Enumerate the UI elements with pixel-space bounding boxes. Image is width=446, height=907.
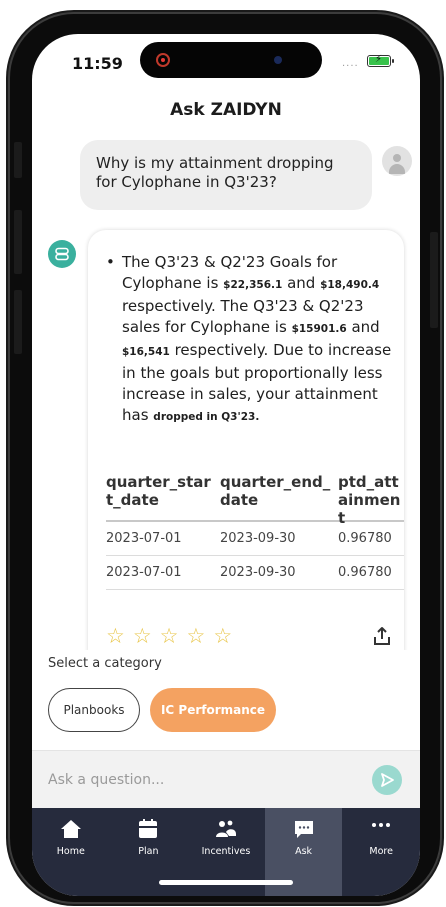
dynamic-island xyxy=(140,42,322,78)
bot-logo-icon xyxy=(55,247,69,261)
table-row: 2023-07-01 2023-09-30 0.96780 xyxy=(106,556,404,590)
category-chip-planbooks[interactable]: Planbooks xyxy=(48,688,140,732)
results-table[interactable]: quarter_start_date quarter_end_date ptd_… xyxy=(106,466,404,592)
column-header: quarter_end_date xyxy=(220,473,331,509)
column-header: quarter_start_date xyxy=(106,473,211,509)
recording-icon xyxy=(156,53,170,67)
table-cell: 2023-07-01 xyxy=(106,531,182,546)
bot-text-part: and xyxy=(346,318,380,336)
sales-q3-value: $15901.6 xyxy=(291,323,347,335)
star-icon[interactable]: ☆ xyxy=(133,624,152,648)
star-icon[interactable]: ☆ xyxy=(106,624,125,648)
nav-item-home[interactable]: Home xyxy=(32,808,110,896)
volume-up-button xyxy=(14,210,22,274)
nav-label: Incentives xyxy=(201,846,251,857)
charging-icon: ⚡ xyxy=(375,54,383,65)
bullet: • xyxy=(106,253,115,271)
incentives-icon xyxy=(215,820,236,837)
more-icon xyxy=(372,823,391,827)
dropped-text: dropped in Q3'23. xyxy=(153,411,260,423)
volume-down-button xyxy=(14,290,22,354)
star-icon[interactable]: ☆ xyxy=(213,624,232,648)
chat-icon xyxy=(294,821,313,838)
silent-switch xyxy=(14,142,22,178)
nav-label: Plan xyxy=(138,846,159,857)
camera-icon xyxy=(274,56,282,64)
table-cell: 0.96780 xyxy=(338,531,392,546)
table-cell: 2023-09-30 xyxy=(220,565,296,580)
table-cell: 2023-07-01 xyxy=(106,565,182,580)
bot-message-card: • The Q3'23 & Q2'23 Goals for Cylophane … xyxy=(88,230,404,670)
star-icon[interactable]: ☆ xyxy=(160,624,179,648)
table-cell: 0.96780 xyxy=(338,565,392,580)
user-avatar xyxy=(382,146,412,176)
calendar-icon xyxy=(139,819,158,838)
user-message-bubble: Why is my attainment dropping for Cyloph… xyxy=(80,140,372,210)
share-icon[interactable] xyxy=(372,626,392,646)
rating-stars: ☆ ☆ ☆ ☆ ☆ xyxy=(106,624,232,648)
signal-indicator: .... xyxy=(342,58,359,69)
nav-item-more[interactable]: More xyxy=(342,808,420,896)
nav-label: Ask xyxy=(295,846,313,857)
goal-q3-value: $22,356.1 xyxy=(223,279,283,291)
question-input-bar xyxy=(32,750,420,808)
category-chip-ic-performance[interactable]: IC Performance xyxy=(150,688,276,732)
bot-message-text: • The Q3'23 & Q2'23 Goals for Cylophane … xyxy=(106,252,392,428)
table-header-row: quarter_start_date quarter_end_date ptd_… xyxy=(106,466,404,527)
sales-q2-value: $16,541 xyxy=(122,346,170,358)
category-label: Select a category xyxy=(48,652,420,680)
column-header: ptd_attainment xyxy=(338,473,401,527)
star-icon[interactable]: ☆ xyxy=(186,624,205,648)
send-icon xyxy=(381,773,394,787)
nav-label: Home xyxy=(56,846,85,857)
home-indicator xyxy=(159,880,293,885)
table-cell: 2023-09-30 xyxy=(220,531,296,546)
question-input[interactable] xyxy=(48,765,348,795)
bot-text-part: and xyxy=(282,274,321,292)
status-time: 11:59 xyxy=(72,54,123,73)
bot-avatar xyxy=(48,240,76,268)
goal-q2-value: $18,490.4 xyxy=(320,279,380,291)
send-button[interactable] xyxy=(372,765,402,795)
home-icon xyxy=(60,820,81,838)
table-row: 2023-07-01 2023-09-30 0.96780 xyxy=(106,522,404,556)
page-title: Ask ZAIDYN xyxy=(170,100,282,120)
power-button xyxy=(430,232,438,328)
nav-label: More xyxy=(369,846,393,857)
phone-screen: 11:59 .... ⚡ Ask ZAIDYN Why is my attain… xyxy=(32,34,420,896)
